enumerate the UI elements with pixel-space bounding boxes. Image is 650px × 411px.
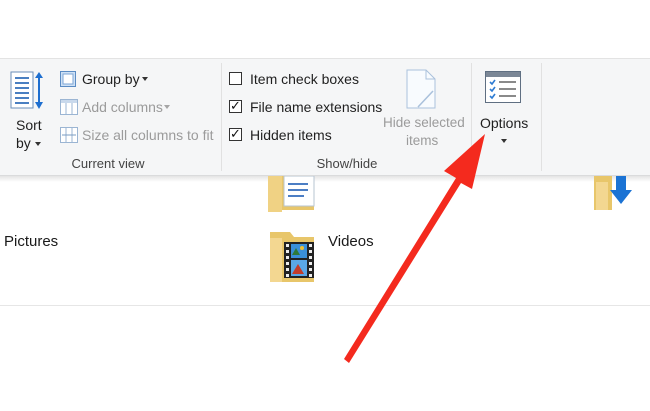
pictures-label: Pictures xyxy=(4,233,59,250)
folder-item[interactable] xyxy=(594,176,642,212)
list-item[interactable]: Videos xyxy=(268,228,408,286)
group-divider xyxy=(471,63,472,171)
show-hide-group-label: Show/hide xyxy=(316,156,378,171)
group-by-icon xyxy=(60,71,76,92)
hide-selected-icon xyxy=(406,69,436,114)
sort-by-icon xyxy=(10,71,44,111)
options-label: Options xyxy=(480,115,529,131)
file-name-extensions-checkbox[interactable]: ✓ xyxy=(229,98,242,113)
options-icon xyxy=(485,71,521,108)
folder-item[interactable] xyxy=(268,175,318,212)
hidden-items-toggle[interactable]: ✓ Hidden items xyxy=(228,125,378,145)
file-list-area: Pictures Videos xyxy=(0,175,650,411)
sort-by-button[interactable]: Sort by xyxy=(6,67,50,151)
checkmark-icon: ✓ xyxy=(230,126,241,141)
group-by-button[interactable]: Group by xyxy=(58,68,168,90)
size-all-columns-button[interactable]: Size all columns to fit xyxy=(58,124,218,146)
hide-selected-items-button[interactable]: Hide selected items xyxy=(380,65,466,151)
chevron-down-icon xyxy=(501,139,507,143)
download-icon xyxy=(594,176,642,216)
chevron-down-icon xyxy=(35,142,41,146)
add-columns-button[interactable]: Add columns xyxy=(58,96,178,118)
videos-label: Videos xyxy=(328,233,374,250)
group-by-label: Group by xyxy=(82,71,140,87)
sort-by-label-2: by xyxy=(16,135,31,151)
group-divider xyxy=(221,63,222,171)
chevron-down-icon xyxy=(164,105,170,109)
sort-by-label-1: Sort xyxy=(16,117,42,133)
view-ribbon: Sort by Group by Add columns Size all co… xyxy=(0,58,650,176)
current-view-group-label: Current view xyxy=(71,156,145,171)
add-columns-label: Add columns xyxy=(82,99,163,115)
item-check-boxes-checkbox[interactable] xyxy=(229,72,242,85)
options-button[interactable]: Options xyxy=(475,65,537,151)
video-film-icon xyxy=(268,228,318,289)
hide-selected-label-2: items xyxy=(406,133,439,148)
file-name-extensions-label: File name extensions xyxy=(250,99,383,115)
file-name-extensions-toggle[interactable]: ✓ File name extensions xyxy=(228,97,382,117)
item-check-boxes-label: Item check boxes xyxy=(250,71,359,87)
size-all-columns-label: Size all columns to fit xyxy=(82,127,214,143)
list-item[interactable]: Pictures xyxy=(0,230,200,254)
item-check-boxes-toggle[interactable]: Item check boxes xyxy=(228,69,378,89)
folder-icon xyxy=(268,175,318,216)
add-columns-icon xyxy=(60,99,78,120)
list-divider xyxy=(0,305,650,306)
checkmark-icon: ✓ xyxy=(230,98,241,113)
chevron-down-icon xyxy=(142,77,148,81)
hidden-items-checkbox[interactable]: ✓ xyxy=(229,126,242,141)
hide-selected-label-1: Hide selected xyxy=(383,115,465,130)
size-columns-icon xyxy=(60,127,78,148)
group-divider xyxy=(541,63,542,171)
hidden-items-label: Hidden items xyxy=(250,127,332,143)
